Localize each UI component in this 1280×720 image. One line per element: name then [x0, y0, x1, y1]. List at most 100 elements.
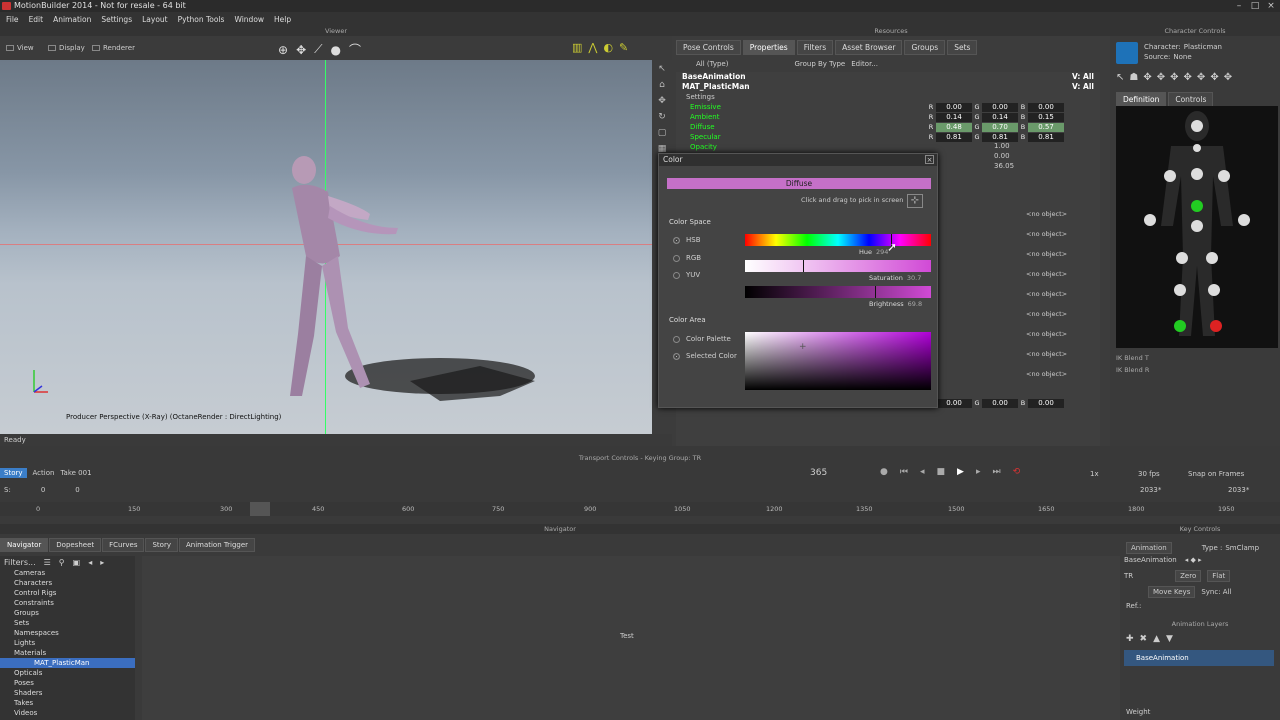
move-icon[interactable]: ✥ — [296, 43, 306, 57]
color-area-picker[interactable]: + — [745, 332, 931, 390]
tree-item[interactable]: Characters — [0, 578, 135, 588]
radio-color-palette[interactable]: Color Palette — [673, 335, 731, 343]
tree-item[interactable]: Videos — [0, 708, 135, 718]
no-object-label[interactable]: <no object> — [1026, 210, 1067, 218]
right-shin-effector[interactable] — [1208, 284, 1220, 296]
no-object-label[interactable]: <no object> — [1026, 230, 1067, 238]
fps-select[interactable]: 30 fps — [1138, 470, 1160, 478]
time-cursor[interactable] — [250, 502, 270, 516]
tree-item[interactable]: Sets — [0, 618, 135, 628]
tab-definition[interactable]: Definition — [1116, 92, 1167, 107]
no-object-label[interactable]: <no object> — [1026, 250, 1067, 258]
camera-icon[interactable]: ⌂ — [656, 80, 668, 92]
no-object-label[interactable]: <no object> — [1026, 290, 1067, 298]
chest-effector[interactable] — [1191, 168, 1203, 180]
tree-item[interactable]: Materials — [0, 648, 135, 658]
right-wrist-effector[interactable] — [1238, 214, 1250, 226]
menu-animation[interactable]: Animation — [53, 15, 91, 24]
filter-icon[interactable]: ⚲ — [59, 558, 65, 567]
radio-yuv[interactable]: YUV — [673, 271, 700, 279]
menu-window[interactable]: Window — [234, 15, 264, 24]
delete-layer-icon[interactable]: ✖ — [1140, 634, 1148, 644]
view-button[interactable]: View — [6, 44, 34, 52]
right-knee-effector[interactable] — [1206, 252, 1218, 264]
tab-sets[interactable]: Sets — [947, 40, 978, 55]
tree-item[interactable]: Groups — [0, 608, 135, 618]
brightness-slider[interactable] — [745, 286, 931, 298]
tree-item[interactable]: Constraints — [0, 598, 135, 608]
goto-start-icon[interactable]: ⏮ — [900, 467, 908, 477]
no-object-label[interactable]: <no object> — [1026, 270, 1067, 278]
body-icon[interactable]: ☗ — [1129, 72, 1138, 83]
full-body-icon[interactable]: ✥ — [1170, 72, 1178, 83]
tree-item[interactable]: Poses — [0, 678, 135, 688]
menu-edit[interactable]: Edit — [29, 15, 44, 24]
left-ankle-effector[interactable] — [1174, 320, 1186, 332]
menu-settings[interactable]: Settings — [101, 15, 132, 24]
no-object-label[interactable]: <no object> — [1026, 330, 1067, 338]
mirror-icon[interactable]: ✥ — [1184, 72, 1192, 83]
tab-pose-controls[interactable]: Pose Controls — [676, 40, 741, 55]
tree-item[interactable]: Control Rigs — [0, 588, 135, 598]
no-object-label[interactable]: <no object> — [1026, 370, 1067, 378]
more-icon[interactable]: ✥ — [1224, 72, 1232, 83]
sync-select[interactable]: Sync: All — [1201, 588, 1231, 596]
no-object-label[interactable]: <no object> — [1026, 350, 1067, 358]
renderer-button[interactable]: Renderer — [92, 44, 135, 52]
take-select[interactable]: Take 001 — [60, 469, 91, 477]
tab-animation-trigger[interactable]: Animation Trigger — [178, 538, 256, 552]
speed-select[interactable]: 1x — [1090, 470, 1099, 478]
frame-current[interactable]: 0 — [75, 486, 79, 494]
folder-icon[interactable]: ▣ — [73, 558, 81, 567]
waist-effector[interactable] — [1191, 220, 1203, 232]
translate-icon[interactable]: ✥ — [656, 96, 668, 108]
key-icon-buttons[interactable]: ◂ ◆ ▸ — [1185, 556, 1202, 564]
menu-file[interactable]: File — [6, 15, 19, 24]
tree-item[interactable]: Shaders — [0, 688, 135, 698]
end-frame-1[interactable]: 2033* — [1140, 486, 1161, 494]
left-shoulder-effector[interactable] — [1164, 170, 1176, 182]
tab-dopesheet[interactable]: Dopesheet — [49, 538, 102, 552]
key-icon[interactable]: ✥ — [1210, 72, 1218, 83]
play-icon[interactable]: ▶ — [957, 467, 964, 477]
orbit-icon[interactable]: ⌒ — [349, 41, 361, 58]
hips-effector[interactable] — [1191, 200, 1203, 212]
ik-blend-r[interactable]: IK Blend R — [1116, 364, 1149, 376]
left-knee-effector[interactable] — [1176, 252, 1188, 264]
tree-item-selected[interactable]: MAT_PlasticMan — [0, 658, 135, 668]
group-by-type[interactable]: Group By Type — [794, 60, 845, 68]
tab-story[interactable]: Story — [145, 538, 178, 552]
display-2d-icon[interactable]: ◐ — [603, 41, 613, 54]
right-shoulder-effector[interactable] — [1218, 170, 1230, 182]
tree-item[interactable]: Opticals — [0, 668, 135, 678]
back-icon[interactable]: ◂ — [88, 558, 92, 567]
move-keys-button[interactable]: Move Keys — [1148, 586, 1196, 598]
loop-icon[interactable]: ⟲ — [1013, 467, 1021, 477]
radio-rgb[interactable]: RGB — [673, 254, 701, 262]
scale-tool-icon[interactable]: ▢ — [656, 128, 668, 140]
fk-icon[interactable]: ✥ — [1143, 72, 1151, 83]
add-layer-icon[interactable]: ✚ — [1126, 634, 1134, 644]
chart-icon[interactable]: ▥ — [572, 41, 582, 54]
character-select[interactable]: Plasticman — [1184, 42, 1222, 52]
right-ankle-effector[interactable] — [1210, 320, 1222, 332]
maximize-icon[interactable]: □ — [1250, 1, 1260, 11]
rotate-icon[interactable]: ⊕ — [278, 43, 288, 57]
zero-button[interactable]: Zero — [1175, 570, 1202, 582]
tree-item[interactable]: Cameras — [0, 568, 135, 578]
prev-frame-icon[interactable]: ◂ — [920, 467, 925, 477]
mode-select[interactable]: TR — [1124, 572, 1133, 580]
settings-group[interactable]: Settings — [676, 92, 1100, 102]
layer-select[interactable]: BaseAnimation — [1124, 556, 1177, 564]
tab-asset-browser[interactable]: Asset Browser — [835, 40, 903, 55]
character-figure[interactable] — [270, 106, 550, 406]
type-filter[interactable]: All (Type) — [696, 60, 728, 68]
filters-button[interactable]: Filters... — [4, 558, 36, 567]
list-icon[interactable]: ☰ — [44, 558, 51, 567]
hierarchy-icon[interactable]: ⋀ — [588, 41, 597, 54]
select-arrow-icon[interactable]: ↖ — [656, 64, 668, 76]
tab-story[interactable]: Story — [0, 468, 27, 478]
tab-navigator[interactable]: Navigator — [0, 538, 49, 552]
pin-icon[interactable]: ↖ — [1116, 72, 1124, 83]
tab-controls[interactable]: Controls — [1168, 92, 1214, 107]
